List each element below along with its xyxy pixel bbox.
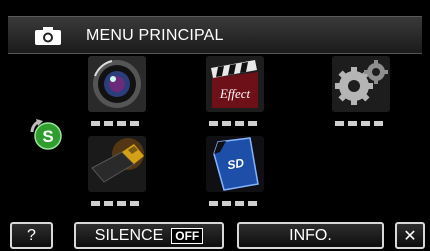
tile-media[interactable]: SD [206, 136, 264, 192]
tile-connection[interactable] [88, 136, 146, 192]
camera-icon [35, 27, 61, 45]
page-dots [209, 121, 257, 126]
silence-state-badge: OFF [171, 227, 204, 244]
info-label: INFO. [289, 226, 332, 244]
tile-settings[interactable] [332, 56, 390, 112]
silence-label: SILENCE [94, 226, 164, 244]
usb-connector-icon [88, 136, 146, 192]
page-dots [335, 121, 383, 126]
header-bar: MENU PRINCIPAL [8, 16, 422, 54]
svg-text:S: S [42, 127, 53, 146]
page-dots [91, 201, 139, 206]
page-dots [91, 121, 139, 126]
close-icon: ✕ [403, 227, 417, 245]
lens-icon [88, 56, 146, 112]
help-button[interactable]: ? [10, 222, 53, 249]
silence-button[interactable]: SILENCE OFF [74, 222, 224, 249]
switch-mode-s-icon[interactable]: S [26, 116, 66, 152]
sd-label: SD [226, 156, 245, 173]
sd-card-icon: SD [206, 136, 264, 192]
page-title: MENU PRINCIPAL [86, 27, 224, 44]
page-dots [209, 201, 257, 206]
close-button[interactable]: ✕ [395, 222, 425, 249]
tile-lens[interactable] [88, 56, 146, 112]
tile-effect[interactable]: Effect [206, 56, 264, 112]
gear-settings-icon [332, 56, 390, 112]
effect-clapper-icon: Effect [206, 56, 264, 112]
info-button[interactable]: INFO. [237, 222, 384, 249]
help-label: ? [27, 226, 36, 244]
screen-frame: MENU PRINCIPAL S Effect SD ? SILENCE OFF… [8, 8, 425, 249]
effect-label: Effect [219, 86, 251, 101]
